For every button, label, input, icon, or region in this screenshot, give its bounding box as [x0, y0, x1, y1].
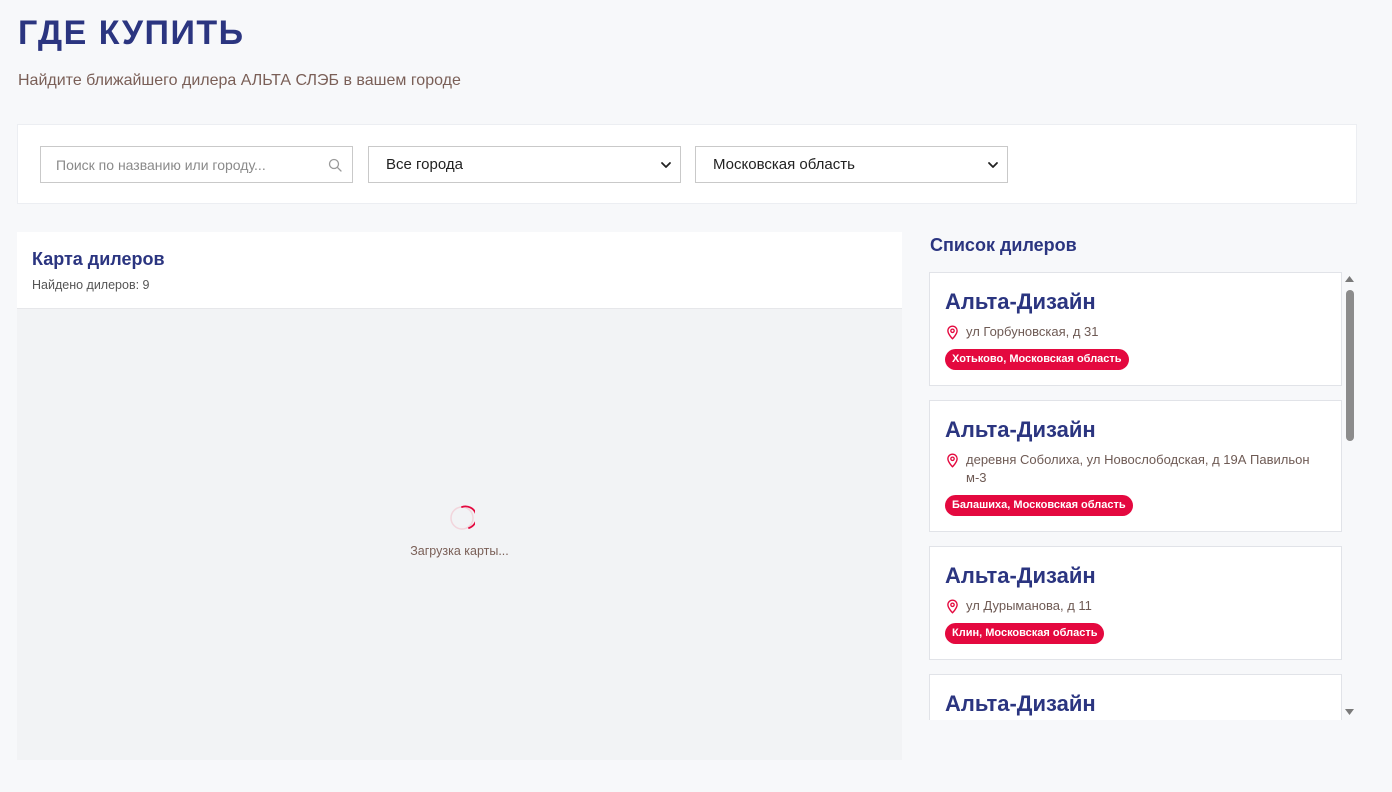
- scroll-up-arrow-icon[interactable]: [1345, 276, 1354, 282]
- city-select[interactable]: Все города: [368, 146, 681, 183]
- location-pin-icon: [947, 325, 958, 340]
- dealer-name: Альта-Дизайн: [945, 691, 1096, 716]
- region-select[interactable]: Московская область: [695, 146, 1008, 183]
- dealer-address: ул Дурыманова, д 11: [966, 598, 1092, 613]
- dealer-list-scrollbar[interactable]: [1342, 272, 1357, 720]
- scroll-thumb[interactable]: [1346, 290, 1354, 441]
- dealer-card[interactable]: Альта-Дизайн ул Горбуновская, д 31 Хотьк…: [929, 272, 1342, 386]
- page-title: ГДЕ КУПИТЬ: [18, 14, 245, 52]
- location-pin-icon: [947, 453, 958, 468]
- filter-bar: Все города Московская область: [17, 124, 1357, 204]
- dealer-address: ул Горбуновская, д 31: [966, 324, 1099, 339]
- dealer-location-badge: Клин, Московская область: [945, 623, 1105, 644]
- dealer-name: Альта-Дизайн: [945, 417, 1096, 442]
- region-select-value: Московская область: [713, 156, 855, 173]
- location-pin-icon: [947, 599, 958, 614]
- scroll-down-arrow-icon[interactable]: [1345, 709, 1354, 715]
- dealer-card[interactable]: Альта-Дизайн деревня Соболиха, ул Новосл…: [929, 400, 1342, 532]
- city-select-value: Все города: [386, 156, 463, 173]
- loading-spinner-icon: [450, 505, 475, 530]
- dealer-name: Альта-Дизайн: [945, 563, 1096, 588]
- chevron-down-icon: [988, 162, 998, 168]
- dealer-location-badge: Хотьково, Московская область: [945, 349, 1129, 370]
- dealer-list[interactable]: Альта-Дизайн ул Горбуновская, д 31 Хотьк…: [929, 272, 1357, 720]
- map-loading-text: Загрузка карты...: [410, 544, 509, 558]
- dealer-card[interactable]: Альта-Дизайн: [929, 674, 1342, 720]
- dealer-name: Альта-Дизайн: [945, 289, 1096, 314]
- map-panel: Карта дилеров Найдено дилеров: 9 Загрузк…: [17, 232, 902, 760]
- dealer-location-badge: Балашиха, Московская область: [945, 495, 1133, 516]
- chevron-down-icon: [661, 162, 671, 168]
- search-box: [40, 146, 353, 183]
- search-input[interactable]: [41, 147, 352, 182]
- dealer-address: деревня Соболиха, ул Новослободская, д 1…: [966, 452, 1310, 485]
- dealer-list-title: Список дилеров: [930, 235, 1077, 255]
- dealer-card[interactable]: Альта-Дизайн ул Дурыманова, д 11 Клин, М…: [929, 546, 1342, 660]
- map-title: Карта дилеров: [32, 249, 165, 269]
- page-subtitle: Найдите ближайшего дилера АЛЬТА СЛЭБ в в…: [18, 72, 461, 89]
- search-icon[interactable]: [328, 158, 342, 172]
- dealer-count: Найдено дилеров: 9: [32, 278, 150, 292]
- map-header: Карта дилеров Найдено дилеров: 9: [17, 232, 902, 309]
